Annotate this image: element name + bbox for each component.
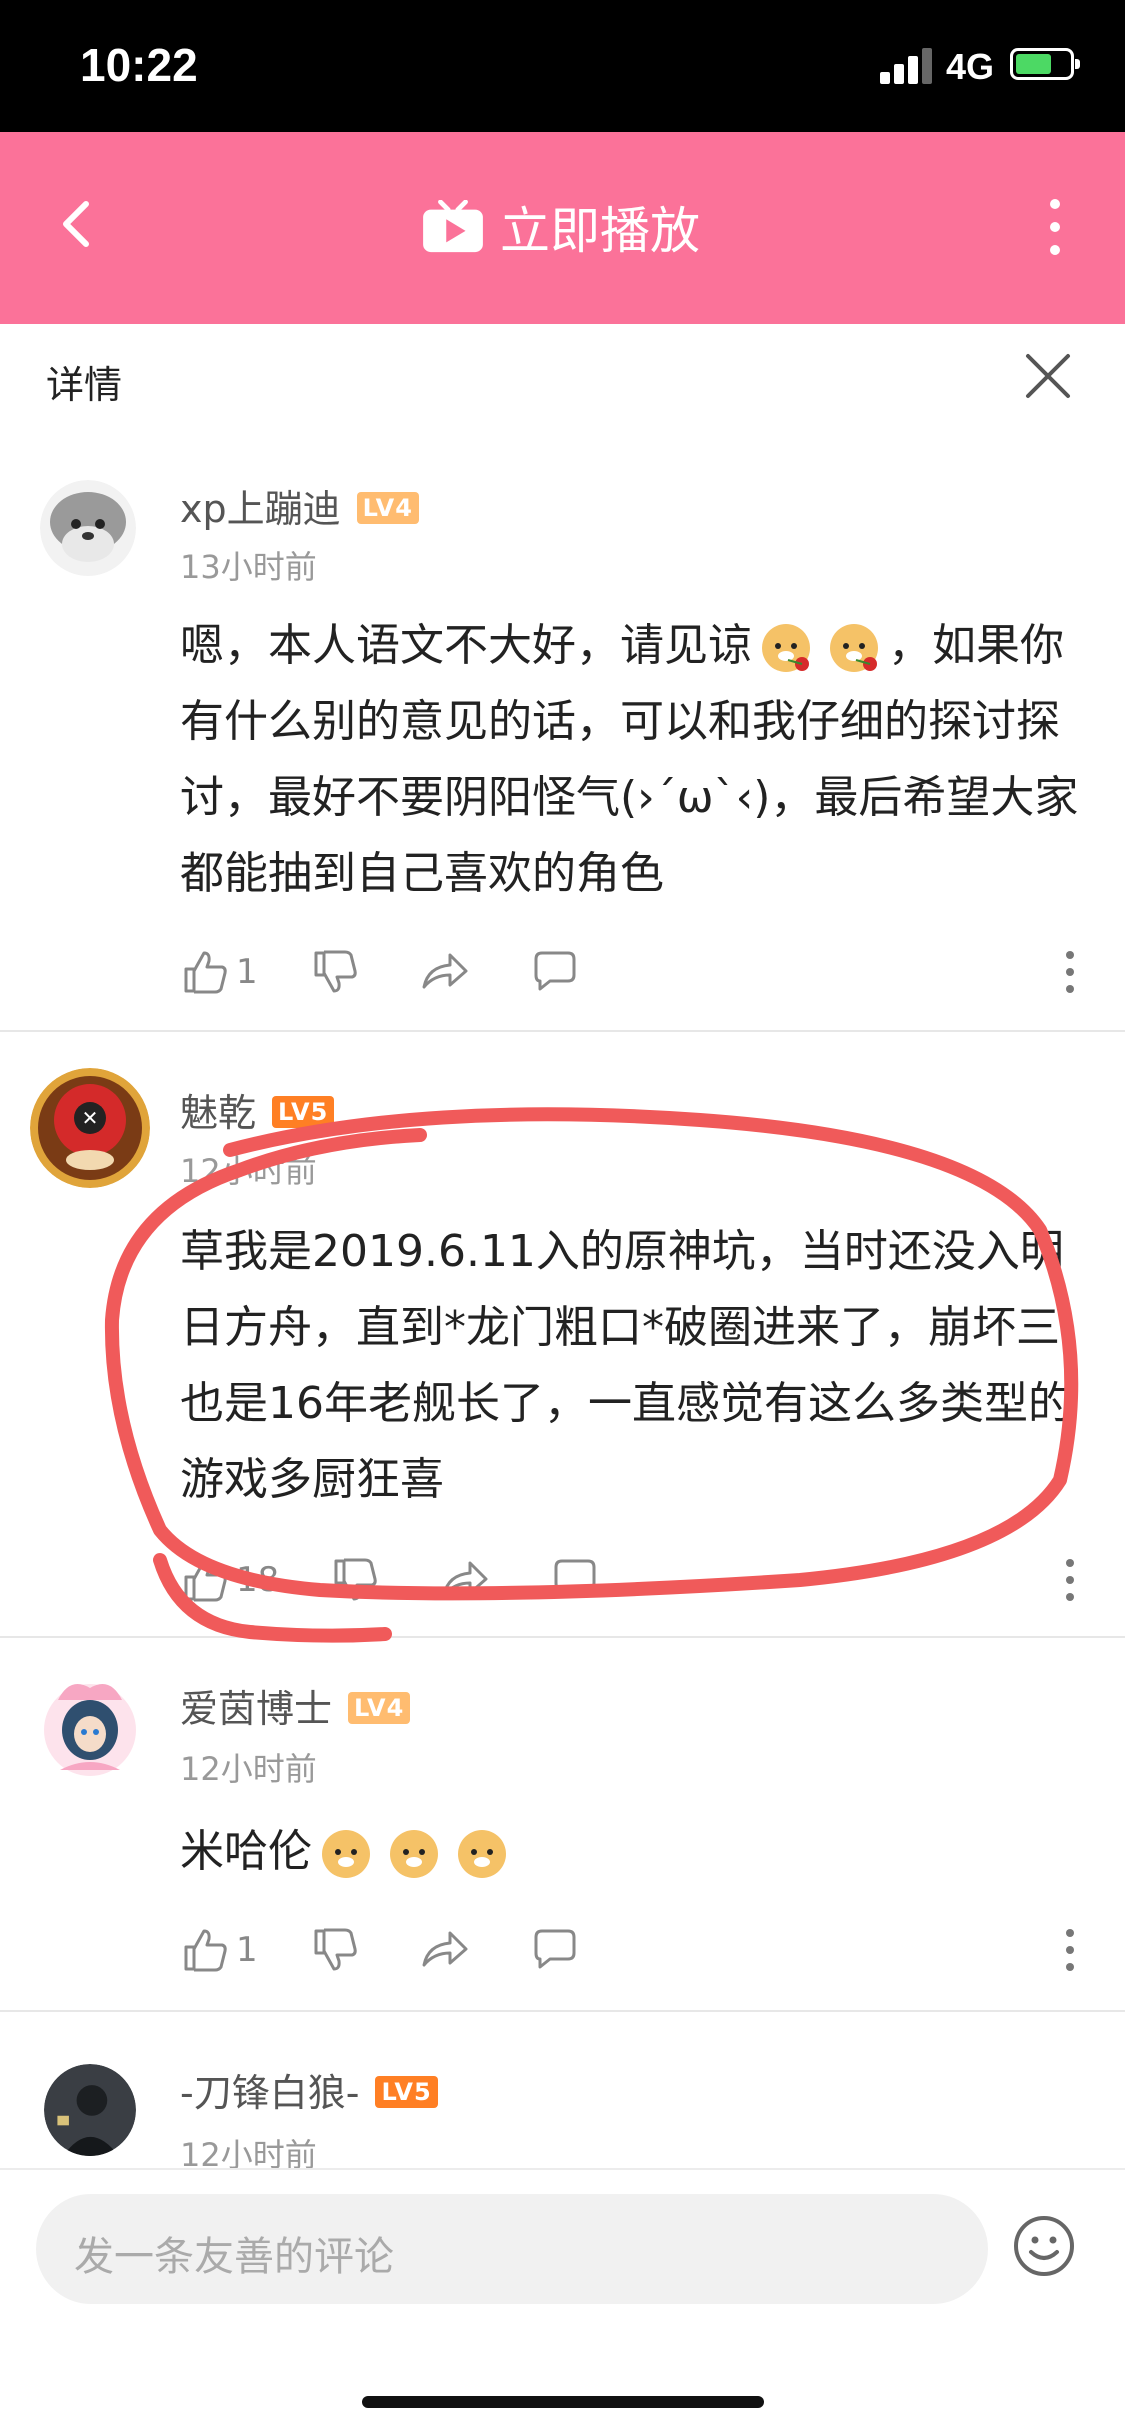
thumbs-down-icon [314, 950, 357, 993]
doge-rose-emoji-icon [830, 624, 878, 672]
thumbs-down-icon [314, 1928, 357, 1971]
battery-icon [1010, 48, 1080, 80]
comment-bubble-icon [534, 951, 576, 991]
doge-emoji-icon [322, 1830, 370, 1878]
comment-bubble-icon [534, 1929, 576, 1969]
home-indicator [362, 2396, 764, 2408]
emoji-picker-icon[interactable] [1012, 2214, 1076, 2278]
like-button[interactable]: 1 [180, 1920, 258, 1980]
tv-play-icon [423, 200, 483, 253]
comment-input-bar: 发一条友善的评论 [0, 2168, 1125, 2436]
share-button[interactable] [420, 1920, 470, 1980]
thumbs-up-icon [184, 1929, 227, 1972]
comment-item: 爱茵博士 LV4 12小时前 米哈伦 1 [0, 1638, 1125, 2012]
comment-time: 12小时前 [180, 1750, 317, 1788]
like-count: 1 [236, 1930, 258, 1970]
detail-title: 详情 [46, 363, 123, 407]
status-time: 10:22 [80, 39, 198, 91]
reply-button[interactable] [530, 1920, 580, 1980]
comment-more-icon[interactable] [1060, 1555, 1080, 1605]
dislike-button[interactable] [330, 1550, 380, 1610]
thumbs-up-icon [184, 1559, 227, 1602]
play-now-label: 立即播放 [500, 202, 700, 260]
share-button[interactable] [440, 1550, 490, 1610]
like-button[interactable]: 1 [180, 942, 258, 1002]
like-count: 18 [236, 1560, 280, 1600]
doge-emoji-icon [390, 1830, 438, 1878]
doge-emoji-icon [458, 1830, 506, 1878]
back-arrow-icon[interactable] [48, 194, 108, 254]
level-badge: LV4 [348, 1691, 411, 1724]
more-menu-icon[interactable] [1040, 192, 1070, 262]
avatar[interactable] [30, 1670, 150, 1790]
comment-text: 嗯，本人语文不大好，请见谅 ，如果你有什么别的意见的话，可以和我仔细的探讨探讨，最… [180, 620, 1079, 899]
thumbs-up-icon [184, 951, 227, 994]
comment-actions: 1 [180, 1920, 1080, 1980]
level-badge: LV4 [356, 491, 419, 524]
comment-bubble-icon [554, 1559, 596, 1599]
comment-time: 12小时前 [180, 1152, 317, 1190]
avatar[interactable] [40, 480, 136, 576]
reply-button[interactable] [530, 942, 580, 1002]
comment-more-icon[interactable] [1060, 1925, 1080, 1975]
level-badge: LV5 [272, 1095, 335, 1128]
comment-time: 12小时前 [180, 2136, 317, 2168]
comment-text: 米哈伦 [180, 1814, 1080, 1890]
level-badge: LV5 [375, 2075, 438, 2108]
comment-username[interactable]: -刀锋白狼- LV5 [180, 2062, 438, 2117]
play-now-button[interactable]: 立即播放 [420, 192, 700, 262]
avatar[interactable] [44, 2064, 136, 2156]
svg-text:✕: ✕ [82, 1106, 99, 1130]
comment-more-icon[interactable] [1060, 947, 1080, 997]
close-icon[interactable] [1022, 350, 1074, 402]
comment-username[interactable]: xp上蹦迪 LV4 [180, 478, 419, 533]
comment-username[interactable]: 爱茵博士 LV4 [180, 1678, 411, 1733]
top-bar: 立即播放 [0, 132, 1125, 324]
comment-item: ✕ 魅乾 LV5 12小时前 草我是2019.6.11入的原神坑，当时还没入明日方… [0, 1032, 1125, 1638]
share-icon [422, 1931, 468, 1967]
comment-input-placeholder: 发一条友善的评论 [74, 2234, 394, 2280]
share-icon [442, 1561, 488, 1597]
dislike-button[interactable] [310, 1920, 360, 1980]
status-bar: 10:22 4G [0, 0, 1125, 132]
like-count: 1 [236, 952, 258, 992]
comment-actions: 1 [180, 942, 1080, 1002]
avatar[interactable]: ✕ [30, 1068, 150, 1188]
comment-actions: 18 [180, 1550, 1080, 1610]
share-icon [422, 953, 468, 989]
comment-item: -刀锋白狼- LV5 12小时前 [0, 2012, 1125, 2168]
comment-item: xp上蹦迪 LV4 13小时前 嗯，本人语文不大好，请见谅 ，如果你有什么别的意见的… [0, 432, 1125, 1032]
comment-username[interactable]: 魅乾 LV5 [180, 1082, 335, 1137]
share-button[interactable] [420, 942, 470, 1002]
comment-text: 草我是2019.6.11入的原神坑，当时还没入明日方舟，直到*龙门粗口*破圈进来… [180, 1226, 1072, 1505]
reply-button[interactable] [550, 1550, 600, 1610]
detail-header: 详情 [0, 324, 1125, 432]
signal-icon [880, 48, 934, 84]
comment-time: 13小时前 [180, 548, 317, 586]
comment-input[interactable]: 发一条友善的评论 [36, 2194, 988, 2304]
dislike-button[interactable] [310, 942, 360, 1002]
doge-rose-emoji-icon [762, 624, 810, 672]
like-button[interactable]: 18 [180, 1550, 279, 1610]
thumbs-down-icon [334, 1558, 377, 1601]
network-type: 4G [946, 46, 995, 87]
